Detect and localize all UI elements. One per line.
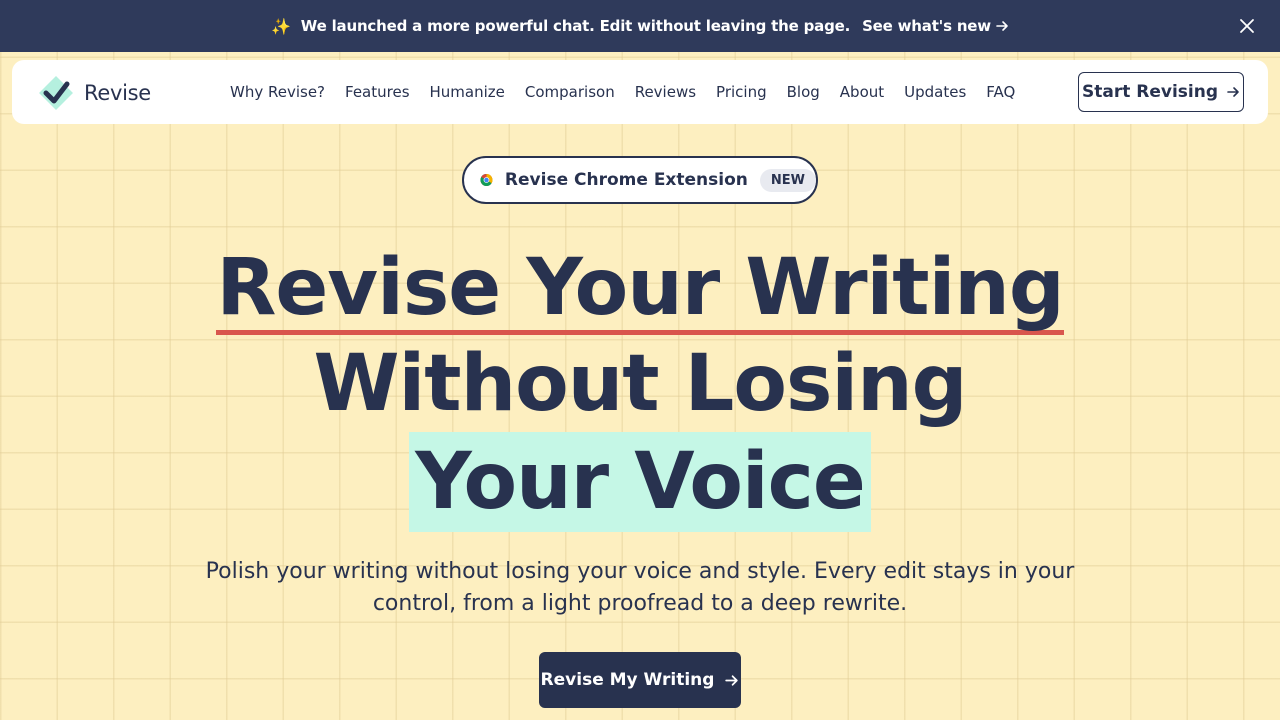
hero-subheadline: Polish your writing without losing your … — [205, 559, 1075, 616]
headline-highlighted-text: Your Voice — [409, 432, 871, 532]
headline-line-1: Revise Your Writing — [0, 240, 1280, 336]
nav-link-humanize[interactable]: Humanize — [420, 83, 515, 101]
extension-label: Revise Chrome Extension — [504, 170, 748, 190]
nav-link-why-revise[interactable]: Why Revise? — [220, 83, 335, 101]
nav-link-pricing[interactable]: Pricing — [706, 83, 777, 101]
close-icon — [1240, 19, 1254, 33]
close-banner-button[interactable] — [1236, 15, 1258, 37]
nav-links: Why Revise? Features Humanize Comparison… — [220, 60, 1025, 124]
new-badge: NEW — [759, 168, 816, 192]
nav-link-about[interactable]: About — [830, 83, 894, 101]
main-navbar: Revise Why Revise? Features Humanize Com… — [12, 60, 1268, 124]
arrow-right-icon — [996, 21, 1008, 31]
brand-logo-link[interactable]: Revise — [36, 73, 151, 113]
sparkle-icon: ✨ — [271, 16, 291, 36]
see-whats-new-link[interactable]: See what's new — [862, 17, 1009, 35]
headline-line-3: Your Voice — [0, 432, 1280, 532]
nav-link-reviews[interactable]: Reviews — [625, 83, 706, 101]
announcement-banner: ✨ We launched a more powerful chat. Edit… — [0, 0, 1280, 52]
nav-link-blog[interactable]: Blog — [777, 83, 830, 101]
start-revising-label: Start Revising — [1081, 82, 1219, 102]
arrow-right-icon — [725, 674, 739, 686]
brand-name: Revise — [84, 81, 151, 105]
start-revising-button[interactable]: Start Revising — [1078, 72, 1244, 112]
revise-logo-icon — [39, 76, 73, 110]
nav-link-updates[interactable]: Updates — [894, 83, 976, 101]
nav-link-features[interactable]: Features — [335, 83, 420, 101]
announcement-text: We launched a more powerful chat. Edit w… — [300, 17, 851, 35]
see-whats-new-label: See what's new — [862, 17, 991, 35]
revise-my-writing-button[interactable]: Revise My Writing — [539, 652, 741, 708]
headline-line-2: Without Losing — [313, 339, 968, 429]
chrome-extension-pill[interactable]: Revise Chrome Extension NEW — [462, 156, 818, 204]
arrow-right-icon — [1227, 87, 1239, 97]
announcement-content: ✨ We launched a more powerful chat. Edit… — [271, 17, 1009, 36]
hero-headline: Revise Your Writing Without Losing Your … — [0, 240, 1280, 532]
headline-underlined-text: Revise Your Writing — [216, 243, 1065, 335]
nav-link-faq[interactable]: FAQ — [976, 83, 1025, 101]
chrome-icon — [480, 174, 493, 187]
revise-my-writing-label: Revise My Writing — [540, 670, 715, 690]
nav-link-comparison[interactable]: Comparison — [515, 83, 625, 101]
